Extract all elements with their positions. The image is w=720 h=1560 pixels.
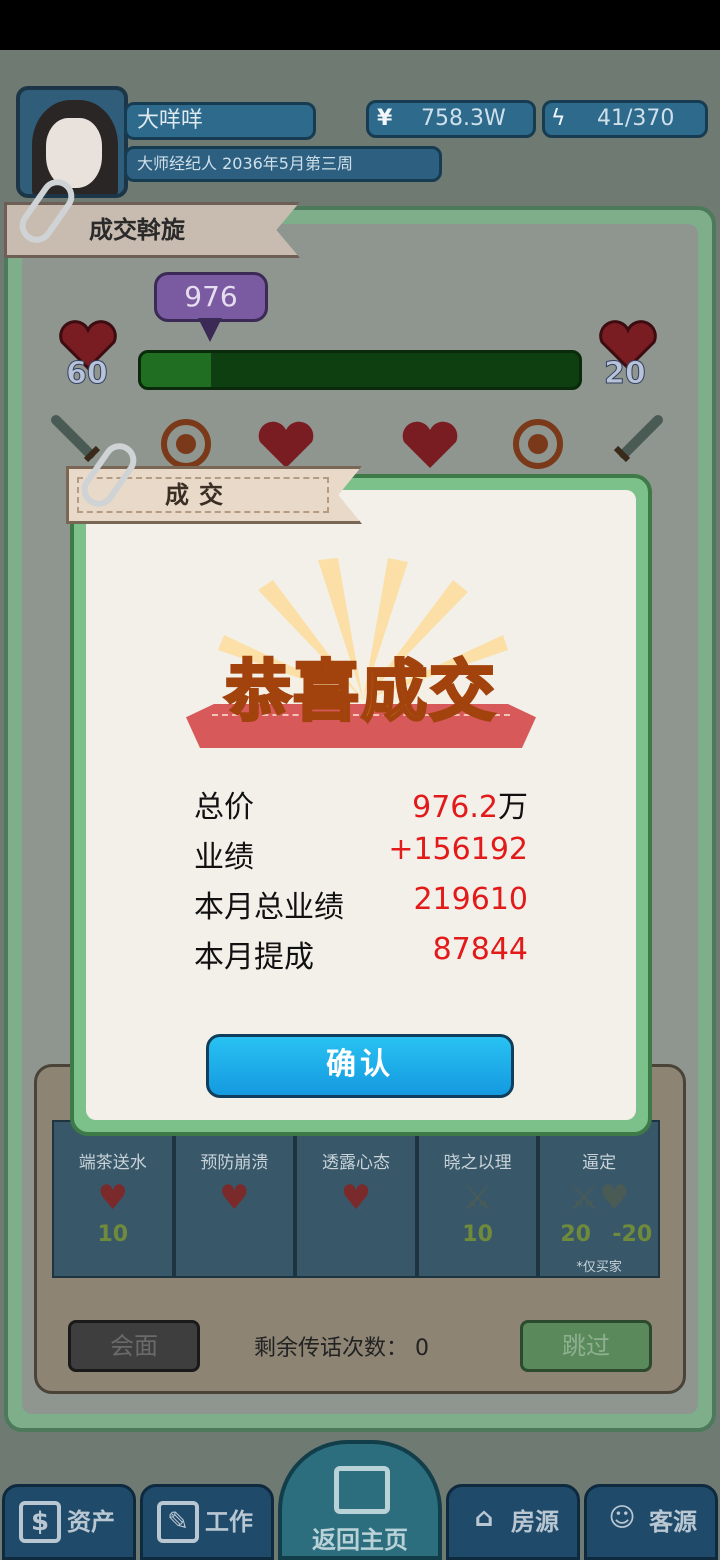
result-row-total-price: 总价 976.2万 bbox=[194, 782, 528, 826]
result-row-performance: 业绩 +156192 bbox=[194, 832, 528, 876]
result-key: 业绩 bbox=[194, 840, 254, 875]
confirm-button[interactable]: 确认 bbox=[206, 1034, 514, 1098]
result-key: 本月提成 bbox=[194, 940, 314, 975]
result-key: 总价 bbox=[194, 790, 254, 825]
result-value: 976.2万 bbox=[412, 790, 528, 825]
status-bar bbox=[0, 0, 720, 50]
result-key: 本月总业绩 bbox=[194, 890, 344, 925]
result-value: 87844 bbox=[432, 932, 528, 967]
result-row-monthly-performance: 本月总业绩 219610 bbox=[194, 882, 528, 926]
result-value: 219610 bbox=[413, 882, 528, 917]
deal-headline: 恭喜成交 bbox=[224, 652, 497, 732]
result-value: +156192 bbox=[388, 832, 528, 867]
result-row-monthly-commission: 本月提成 87844 bbox=[194, 932, 528, 976]
